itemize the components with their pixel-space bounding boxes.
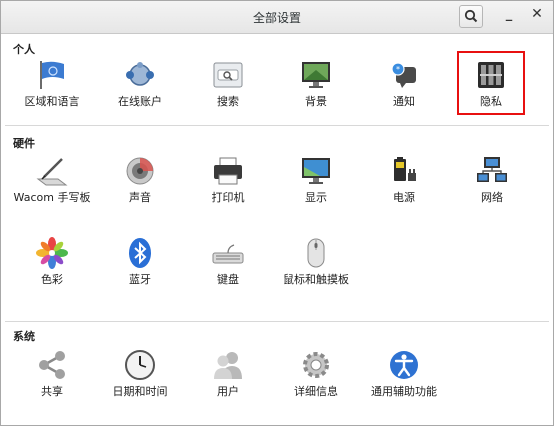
item-label: 色彩 (41, 273, 63, 286)
item-sound[interactable]: 声音 (98, 155, 182, 229)
keyboard-icon (212, 244, 244, 264)
bluetooth-icon (129, 238, 151, 268)
item-accessibility[interactable]: 通用辅助功能 (362, 349, 446, 423)
search-settings-icon (213, 62, 243, 88)
item-label: 键盘 (217, 273, 239, 286)
item-background[interactable]: 背景 (274, 59, 358, 133)
item-sharing[interactable]: 共享 (10, 349, 94, 423)
item-label: 声音 (129, 191, 151, 204)
item-display[interactable]: 显示 (274, 155, 358, 229)
share-icon (39, 351, 65, 379)
svg-text:*: * (396, 65, 400, 74)
speaker-icon (126, 157, 154, 185)
network-icon (477, 157, 507, 182)
online-accounts-icon (126, 62, 154, 86)
item-mouse-touchpad[interactable]: 鼠标和触摸板 (274, 237, 358, 311)
item-power[interactable]: 电源 (362, 155, 446, 229)
item-label: 背景 (305, 95, 327, 108)
monitor-landscape-icon (302, 62, 330, 88)
item-label: 蓝牙 (129, 273, 151, 286)
color-flower-icon (36, 237, 68, 269)
item-label: 用户 (217, 385, 239, 398)
item-label: 搜索 (217, 95, 239, 108)
section-divider (5, 321, 549, 322)
mouse-icon (307, 238, 325, 268)
item-label: 打印机 (211, 191, 245, 204)
section-title-hardware: 硬件 (13, 137, 35, 150)
close-button[interactable]: ✕ (527, 6, 547, 26)
item-region-language[interactable]: 区域和语言 (10, 59, 94, 133)
search-icon (464, 9, 478, 23)
item-printer[interactable]: 打印机 (186, 155, 270, 229)
item-label: 通用辅助功能 (371, 385, 437, 398)
settings-window: 全部设置 _ ✕ 个人 区域和语言 在线账户 搜索 背景 * 通知 隐私 硬件 … (0, 0, 554, 426)
flag-globe-icon (40, 61, 64, 89)
item-bluetooth[interactable]: 蓝牙 (98, 237, 182, 311)
item-label: 鼠标和触摸板 (283, 273, 349, 286)
battery-plug-icon (394, 157, 416, 181)
section-title-personal: 个人 (13, 43, 35, 56)
item-search[interactable]: 搜索 (186, 59, 270, 133)
users-icon (214, 352, 242, 379)
section-divider (5, 125, 549, 126)
item-label: 区域和语言 (24, 95, 80, 108)
item-details[interactable]: 详细信息 (274, 349, 358, 423)
item-notifications[interactable]: * 通知 (362, 59, 446, 133)
item-network[interactable]: 网络 (450, 155, 534, 229)
item-label: 共享 (41, 385, 63, 398)
title-bar: 全部设置 _ ✕ (1, 1, 553, 34)
notification-bubble-icon: * (391, 62, 416, 88)
item-online-accounts[interactable]: 在线账户 (98, 59, 182, 133)
accessibility-icon (390, 351, 418, 379)
item-label: 电源 (393, 191, 415, 204)
item-label: 通知 (393, 95, 415, 108)
close-icon: ✕ (531, 6, 543, 22)
minimize-icon: _ (505, 7, 513, 22)
tablet-pen-icon (36, 158, 68, 186)
item-keyboard[interactable]: 键盘 (186, 237, 270, 311)
item-wacom[interactable]: Wacom 手写板 (10, 155, 94, 225)
item-color[interactable]: 色彩 (10, 237, 94, 311)
item-label: 日期和时间 (112, 385, 168, 398)
gear-icon (303, 352, 329, 378)
item-date-time[interactable]: 日期和时间 (98, 349, 182, 423)
item-label: 显示 (305, 191, 327, 204)
monitor-icon (302, 158, 330, 184)
item-users[interactable]: 用户 (186, 349, 270, 423)
combination-lock-icon (478, 62, 504, 88)
item-label: 隐私 (480, 95, 502, 108)
printer-icon (214, 157, 242, 185)
item-label: 详细信息 (294, 385, 338, 398)
item-privacy[interactable]: 隐私 (457, 51, 525, 115)
clock-icon (125, 350, 155, 380)
item-label: 网络 (481, 191, 503, 204)
section-title-system: 系统 (13, 330, 35, 343)
minimize-button[interactable]: _ (499, 7, 519, 27)
item-label: Wacom 手写板 (13, 191, 91, 204)
item-label: 在线账户 (118, 95, 162, 108)
search-button[interactable] (459, 5, 483, 28)
